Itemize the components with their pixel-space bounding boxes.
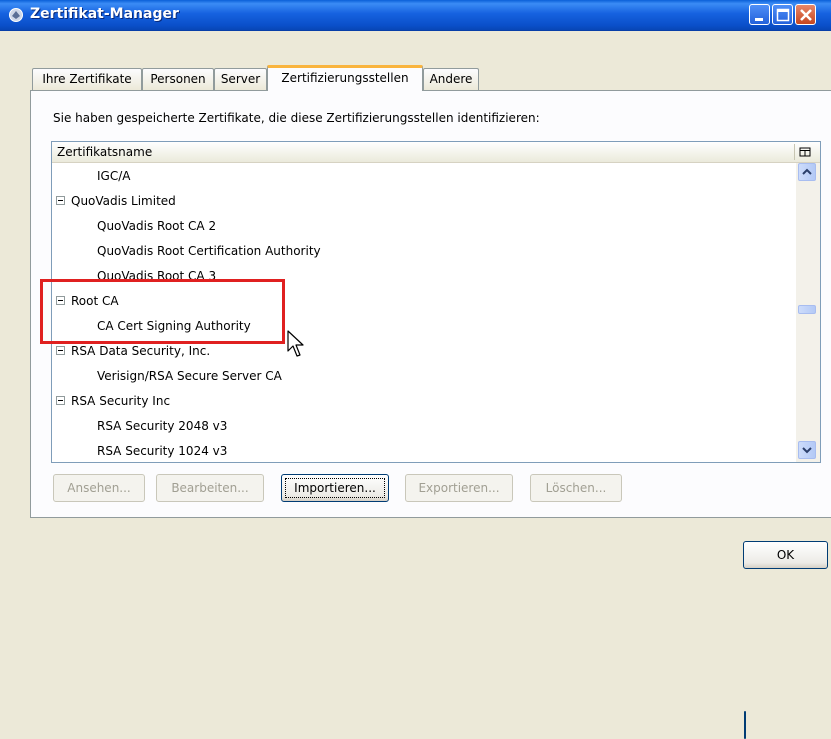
collapse-toggle[interactable] [56, 196, 65, 205]
scroll-down-button[interactable] [798, 441, 816, 459]
minimize-icon [755, 18, 763, 21]
window-title: Zertifikat-Manager [30, 6, 179, 22]
tree-row-label: RSA Security 1024 v3 [97, 444, 228, 458]
scroll-up-button[interactable] [798, 163, 816, 181]
close-button[interactable] [795, 4, 816, 25]
annotation-highlight-box [40, 279, 285, 344]
tab-zertifizierungsstellen[interactable]: Zertifizierungsstellen [267, 65, 423, 91]
scroll-thumb[interactable] [798, 305, 816, 314]
export-button[interactable]: Exportieren... [405, 474, 513, 502]
view-button[interactable]: Ansehen... [53, 474, 145, 502]
maximize-icon [776, 8, 790, 22]
tree-row-label: IGC/A [97, 169, 131, 183]
window-titlebar[interactable]: Zertifikat-Manager [0, 0, 831, 31]
tree-row-label: Verisign/RSA Secure Server CA [97, 369, 282, 383]
close-icon [800, 9, 812, 21]
collapse-toggle[interactable] [56, 346, 65, 355]
vertical-scrollbar[interactable] [796, 163, 820, 462]
column-picker-icon[interactable] [798, 145, 812, 159]
column-divider [794, 144, 795, 160]
minimize-button[interactable] [749, 4, 770, 25]
tab-ihre-zertifikate[interactable]: Ihre Zertifikate [32, 68, 142, 90]
tree-row-quovadis-root-certification-authority[interactable]: QuoVadis Root Certification Authority [52, 239, 797, 263]
tree-row-label: RSA Security Inc [71, 394, 171, 408]
tab-personen[interactable]: Personen [142, 68, 214, 90]
delete-button[interactable]: Löschen... [530, 474, 622, 502]
collapse-toggle[interactable] [56, 396, 65, 405]
edit-button[interactable]: Bearbeiten... [156, 474, 264, 502]
tree-group-quovadis-limited[interactable]: QuoVadis Limited [52, 189, 797, 213]
tree-row-label: QuoVadis Limited [71, 194, 176, 208]
tree-group-rsa-security-inc[interactable]: RSA Security Inc [52, 389, 797, 413]
tree-row-label: QuoVadis Root Certification Authority [97, 244, 321, 258]
tree-row-rsa-security-1024-v3[interactable]: RSA Security 1024 v3 [52, 439, 797, 463]
maximize-button[interactable] [772, 4, 793, 25]
tree-row-label: RSA Security 2048 v3 [97, 419, 228, 433]
tree-row-quovadis-root-ca-2[interactable]: QuoVadis Root CA 2 [52, 214, 797, 238]
tree-row-rsa-security-2048-v3[interactable]: RSA Security 2048 v3 [52, 414, 797, 438]
tab-server[interactable]: Server [214, 68, 267, 90]
app-icon [9, 8, 23, 22]
mouse-cursor-icon [287, 330, 304, 357]
ok-button[interactable]: OK [743, 541, 828, 569]
tree-row-igc-a[interactable]: IGC/A [52, 164, 797, 188]
scroll-down-arrow-icon [802, 447, 812, 454]
tree-row-verisign-rsa-secure-server-ca[interactable]: Verisign/RSA Secure Server CA [52, 364, 797, 388]
tab-andere[interactable]: Andere [423, 68, 479, 90]
scroll-up-arrow-icon [802, 168, 812, 175]
import-button[interactable]: Importieren... [281, 474, 389, 502]
column-header-label: Zertifikatsname [57, 145, 153, 159]
intro-text: Sie haben gespeicherte Zertifikate, die … [53, 111, 540, 125]
tree-row-label: QuoVadis Root CA 2 [97, 219, 217, 233]
unused [744, 711, 746, 739]
column-header[interactable]: Zertifikatsname [52, 142, 820, 163]
